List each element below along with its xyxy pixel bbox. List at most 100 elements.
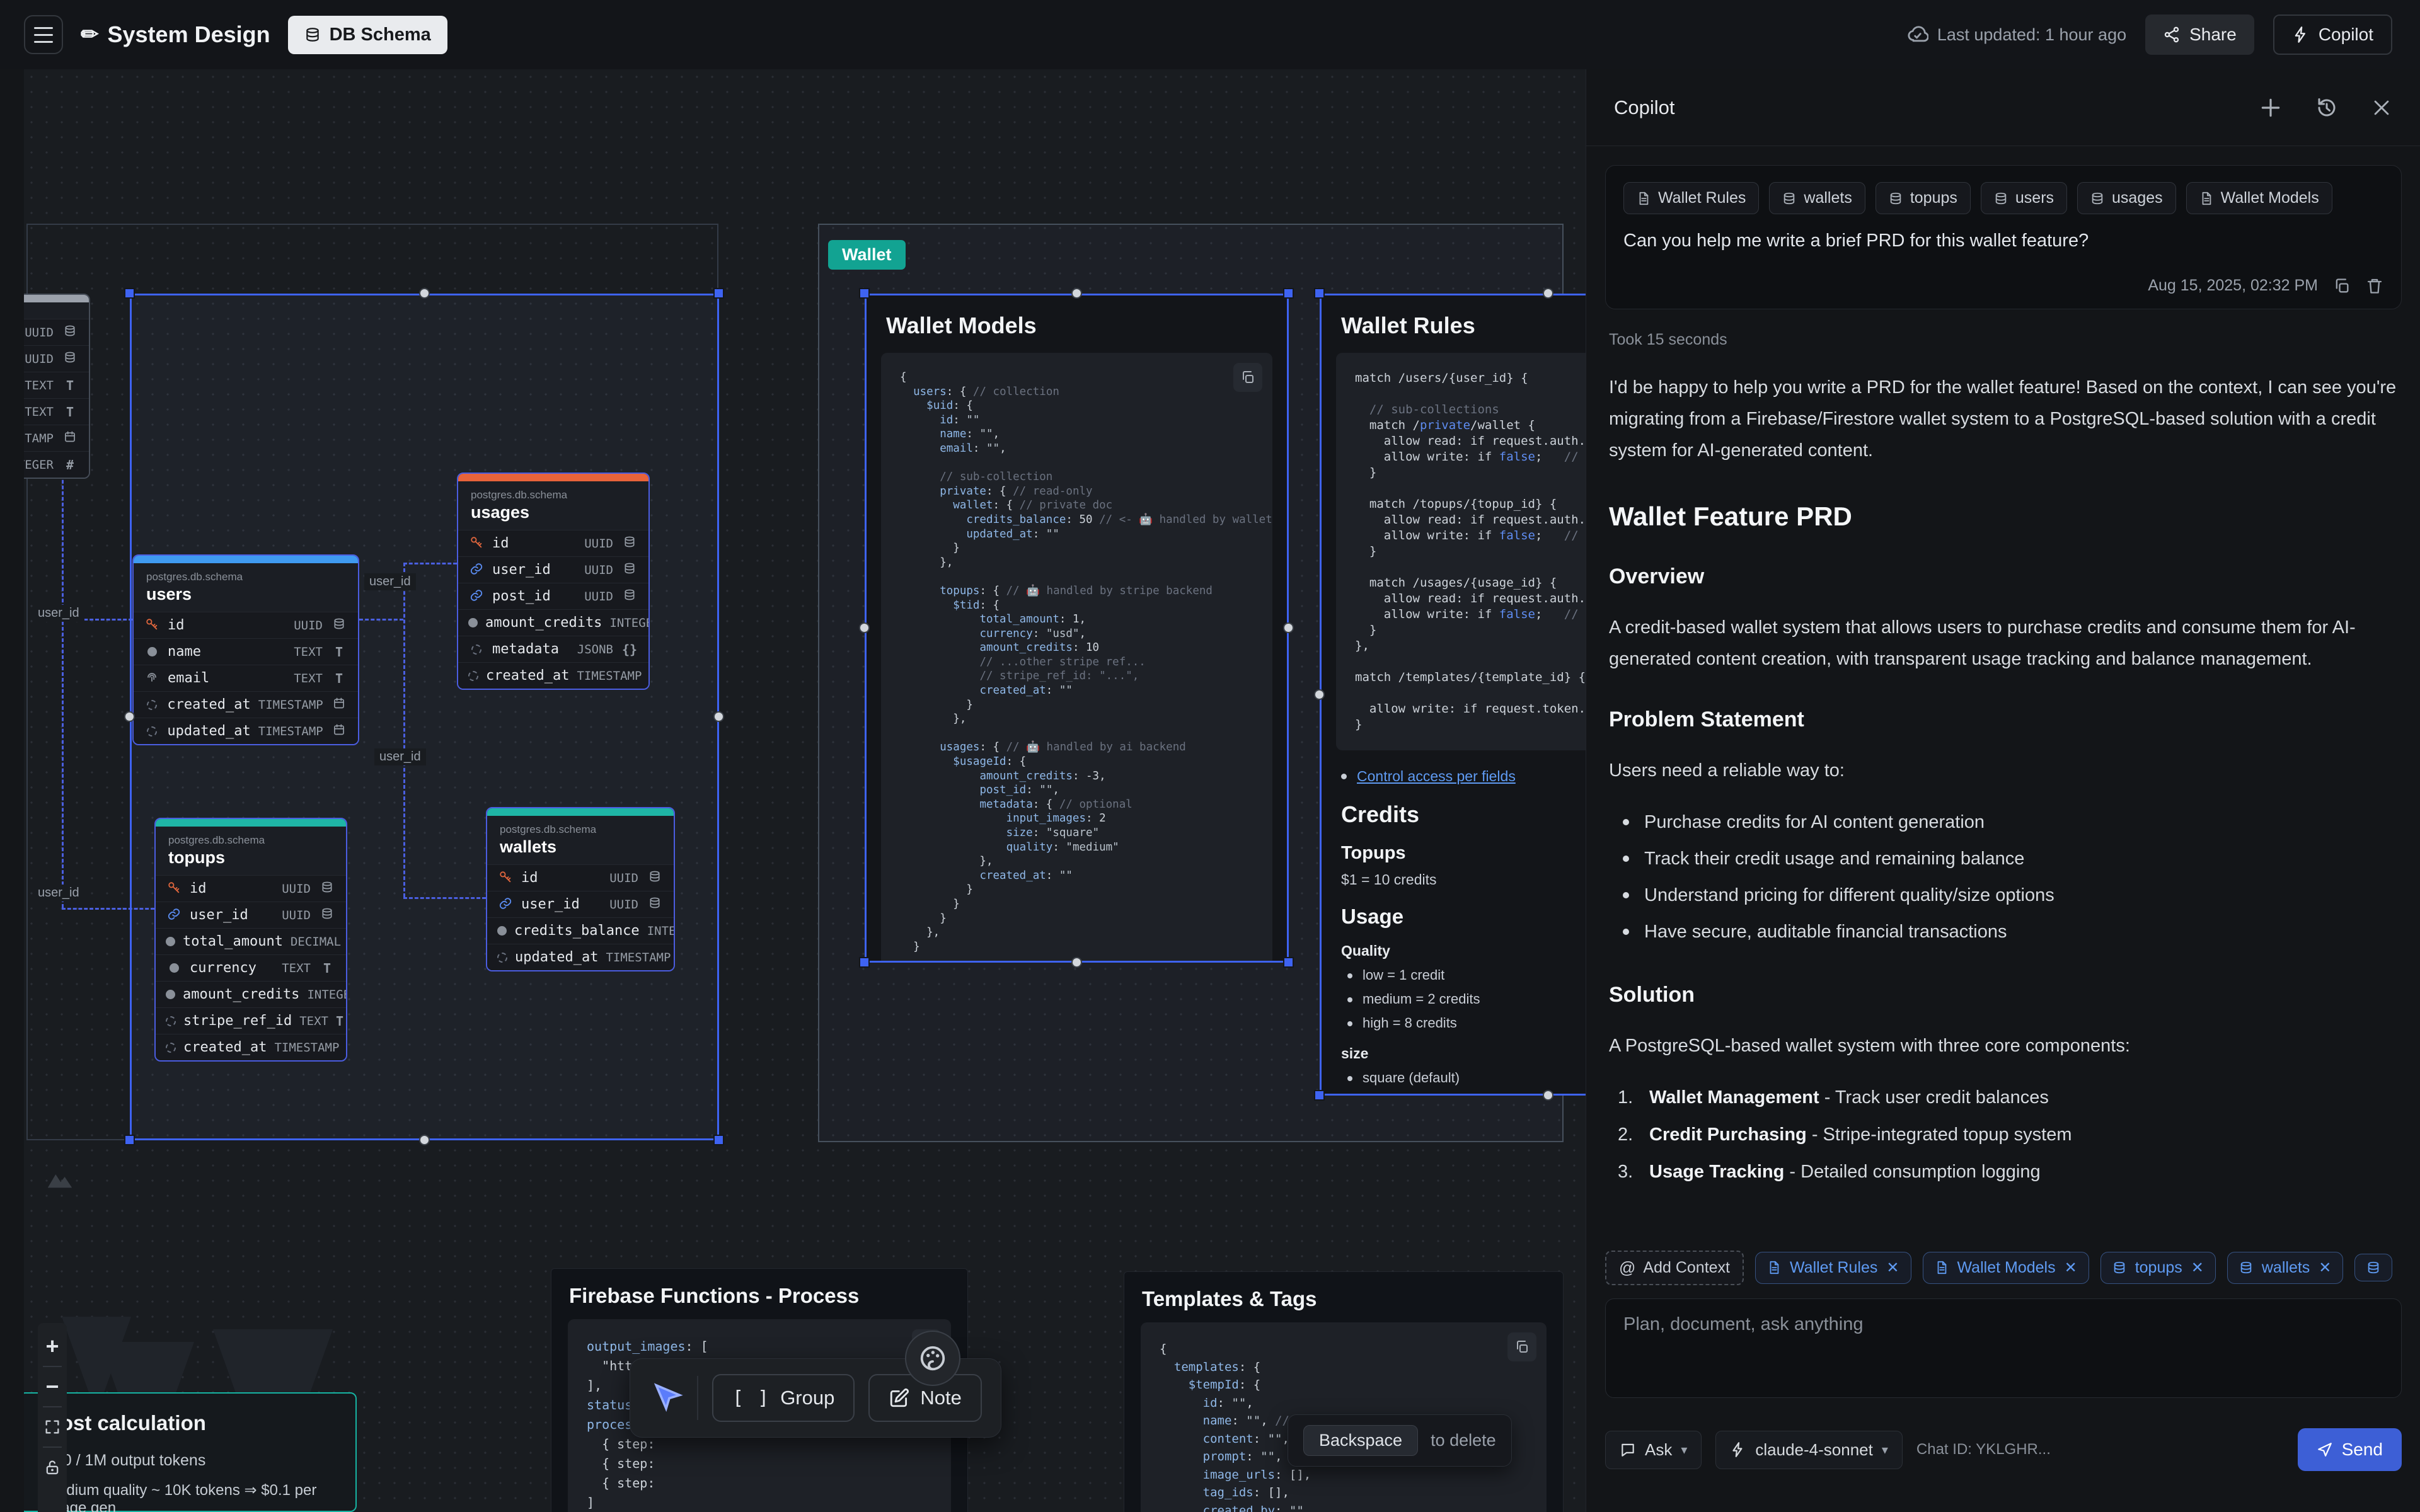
group-button[interactable]: [ ]Group	[712, 1374, 855, 1422]
share-button[interactable]: Share	[2145, 14, 2254, 55]
wallet-frame-label[interactable]: Wallet	[828, 240, 906, 270]
copy-code-button[interactable]	[1507, 1332, 1536, 1361]
table-column-updated_at[interactable]: updated_at TIMESTAMP	[134, 718, 358, 744]
cost-calculation-note[interactable]: Cost calculation $10 / 1M output tokens …	[24, 1392, 357, 1512]
selection-handle[interactable]	[1071, 288, 1082, 299]
select-cursor-icon[interactable]	[649, 1381, 683, 1415]
table-column-id[interactable]: id UUID	[134, 612, 358, 638]
table-column-id[interactable]: id UUID	[156, 875, 346, 902]
context-chip-Wallet Models[interactable]: Wallet Models✕	[1923, 1252, 2089, 1284]
selection-handle[interactable]	[124, 1135, 135, 1145]
history-icon[interactable]	[2315, 96, 2338, 119]
selection-handle[interactable]	[1543, 1090, 1553, 1101]
table-column-UUID[interactable]: UUID	[24, 345, 89, 372]
schema-table-users[interactable]: postgres.db.schemausers id UUID name TEX…	[132, 554, 359, 745]
menu-button[interactable]	[24, 15, 63, 54]
context-chip-partial[interactable]	[2354, 1254, 2392, 1281]
selection-handle[interactable]	[859, 288, 870, 299]
table-column-stripe_ref_id[interactable]: stripe_ref_id TEXT T	[156, 1007, 346, 1034]
templates-tags-panel[interactable]: Templates & Tags{ templates: { $tempId: …	[1124, 1271, 1564, 1512]
context-chip-wallets[interactable]: wallets	[1769, 182, 1865, 214]
chat-scroll-area[interactable]: Wallet Rules wallets topups users usages Wall…	[1586, 146, 2420, 1238]
wallet-rules-panel[interactable]: Wallet Rulesmatch /users/{user_id} { // …	[1320, 294, 1586, 1096]
selection-handle[interactable]	[713, 288, 724, 299]
lock-button[interactable]	[38, 1450, 67, 1484]
table-column-TIMESTAMP[interactable]: TIMESTAMP	[24, 425, 89, 451]
selection-handle[interactable]	[419, 288, 430, 299]
table-column-user_id[interactable]: user_id UUID	[156, 902, 346, 928]
remove-chip-icon[interactable]: ✕	[1886, 1259, 1899, 1277]
style-palette-button[interactable]	[905, 1331, 960, 1386]
context-chip-Wallet Rules[interactable]: Wallet Rules✕	[1755, 1252, 1911, 1284]
table-column-id[interactable]: id UUID	[487, 864, 674, 891]
table-column-metadata[interactable]: metadata JSONB {}	[458, 636, 648, 662]
code-block[interactable]: { users: { // collection $uid: { id: "" …	[881, 353, 1272, 963]
copy-icon[interactable]	[2333, 277, 2351, 295]
table-column-UUID[interactable]: UUID	[24, 319, 89, 345]
table-column-created_at[interactable]: created_at TIMESTAMP	[134, 691, 358, 718]
table-column-updated_at[interactable]: updated_at TIMESTAMP	[487, 944, 674, 970]
table-column-created_at[interactable]: created_at TIMESTAMP	[458, 662, 648, 689]
model-select[interactable]: claude-4-sonnet ▾	[1715, 1431, 1903, 1469]
context-chip-Wallet Rules[interactable]: Wallet Rules	[1623, 182, 1759, 214]
remove-chip-icon[interactable]: ✕	[2319, 1259, 2331, 1277]
selection-handle[interactable]	[1543, 288, 1553, 299]
selection-handle[interactable]	[1314, 288, 1325, 299]
copilot-button[interactable]: Copilot	[2273, 14, 2392, 55]
code-block[interactable]: match /users/{user_id} { // sub-collecti…	[1336, 353, 1586, 750]
selection-handle[interactable]	[713, 1135, 724, 1145]
table-column-total_amount[interactable]: total_amount DECIMAL	[156, 928, 346, 954]
table-column-user_id[interactable]: user_id UUID	[487, 891, 674, 917]
table-column-TEXT[interactable]: TEXT T	[24, 398, 89, 425]
table-column-name[interactable]: name TEXT T	[134, 638, 358, 665]
selection-handle[interactable]	[859, 622, 870, 633]
zoom-in-button[interactable]: +	[38, 1329, 67, 1363]
table-column-INTEGER[interactable]: INTEGER #	[24, 451, 89, 478]
schema-table-topups[interactable]: postgres.db.schematopups id UUID user_id…	[154, 818, 347, 1062]
remove-chip-icon[interactable]: ✕	[2191, 1259, 2204, 1277]
selection-handle[interactable]	[1283, 288, 1294, 299]
selection-handle[interactable]	[419, 1135, 430, 1145]
trash-icon[interactable]	[2366, 277, 2383, 295]
selection-handle[interactable]	[124, 288, 135, 299]
diagram-canvas[interactable]: Walletuser_iduser_iduser_iduser_id UUID …	[24, 69, 1586, 1512]
context-chip-users[interactable]: users	[1981, 182, 2067, 214]
table-column-created_at[interactable]: created_at TIMESTAMP	[156, 1034, 346, 1060]
mode-select-ask[interactable]: Ask ▾	[1605, 1431, 1702, 1469]
context-chip-topups[interactable]: topups	[1876, 182, 1971, 214]
table-column-user_id[interactable]: user_id UUID	[458, 556, 648, 583]
table-column-post_id[interactable]: post_id UUID	[458, 583, 648, 609]
tab-db-schema[interactable]: DB Schema	[288, 16, 447, 54]
table-column-email[interactable]: email TEXT T	[134, 665, 358, 691]
new-chat-icon[interactable]	[2259, 96, 2283, 120]
table-column-TEXT[interactable]: TEXT T	[24, 372, 89, 398]
selection-handle[interactable]	[1283, 622, 1294, 633]
selection-handle[interactable]	[859, 957, 870, 968]
schema-table-partial[interactable]: UUID UUID TEXT T TEXT T TIMESTAMP INTEGE…	[24, 294, 90, 479]
close-icon[interactable]	[2371, 97, 2392, 118]
table-column-credits_balance[interactable]: credits_balance INTEGER #	[487, 917, 674, 944]
context-chip-wallets[interactable]: wallets✕	[2227, 1252, 2344, 1284]
send-button[interactable]: Send	[2298, 1428, 2402, 1471]
selection-handle[interactable]	[124, 711, 135, 722]
selection-handle[interactable]	[1283, 957, 1294, 968]
table-column-amount_credits[interactable]: amount_credits INTEGER #	[458, 609, 648, 636]
copy-code-button[interactable]	[1233, 363, 1262, 392]
table-column-amount_credits[interactable]: amount_credits INTEGER #	[156, 981, 346, 1007]
selection-handle[interactable]	[1314, 1090, 1325, 1101]
schema-table-usages[interactable]: postgres.db.schemausages id UUID user_id…	[457, 472, 650, 690]
selection-handle[interactable]	[1071, 957, 1082, 968]
control-access-link[interactable]: Control access per fields	[1357, 768, 1516, 785]
context-chip-Wallet Models[interactable]: Wallet Models	[2186, 182, 2332, 214]
zoom-out-button[interactable]: −	[38, 1370, 67, 1404]
context-chip-usages[interactable]: usages	[2077, 182, 2176, 214]
table-column-id[interactable]: id UUID	[458, 530, 648, 556]
message-input[interactable]: Plan, document, ask anything	[1605, 1298, 2402, 1398]
selection-handle[interactable]	[713, 711, 724, 722]
remove-chip-icon[interactable]: ✕	[2065, 1259, 2077, 1277]
table-column-currency[interactable]: currency TEXT T	[156, 954, 346, 981]
fit-view-button[interactable]	[38, 1410, 67, 1444]
selection-handle[interactable]	[1314, 689, 1325, 700]
context-chip-topups[interactable]: topups✕	[2100, 1252, 2216, 1284]
add-context-button[interactable]: @Add Context	[1605, 1251, 1744, 1285]
